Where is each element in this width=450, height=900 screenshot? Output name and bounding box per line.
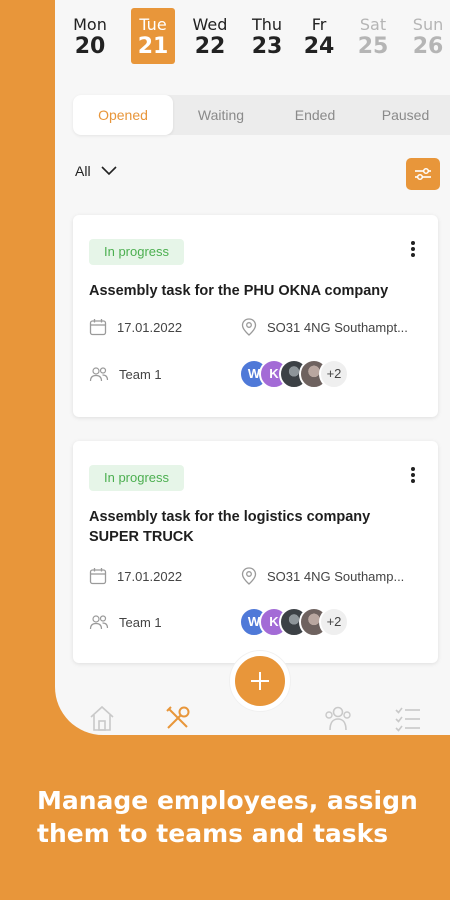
promo-caption: Manage employees, assign them to teams a…: [37, 786, 418, 848]
more-options-icon[interactable]: [410, 241, 416, 259]
day-mon[interactable]: Mon 20: [68, 8, 112, 64]
status-badge: In progress: [89, 465, 185, 491]
more-options-icon[interactable]: [410, 467, 416, 485]
task-location: SO31 4NG Southamp...: [241, 567, 404, 585]
day-wed[interactable]: Wed 22: [188, 8, 232, 64]
assignee-avatars[interactable]: W K +2: [239, 607, 349, 637]
day-tue[interactable]: Tue 21: [131, 8, 175, 64]
team-icon: [89, 367, 109, 382]
task-team: Team 1: [89, 366, 162, 382]
task-date: 17.01.2022: [89, 318, 182, 336]
chevron-down-icon: [100, 166, 117, 176]
day-fri[interactable]: Fr 24: [297, 8, 341, 64]
tab-ended[interactable]: Ended: [269, 95, 361, 135]
day-thu[interactable]: Thu 23: [245, 8, 289, 64]
task-title: Assembly task for the PHU OKNA company: [89, 283, 389, 299]
team-icon: [89, 615, 109, 630]
tab-opened[interactable]: Opened: [73, 95, 173, 135]
filter-label: All: [75, 163, 91, 179]
more-assignees-count: +2: [319, 359, 349, 389]
filter-dropdown[interactable]: All: [75, 163, 117, 179]
tab-paused[interactable]: Paused: [361, 95, 450, 135]
status-badge: In progress: [89, 239, 185, 265]
assignee-avatars[interactable]: W K +2: [239, 359, 349, 389]
tab-waiting[interactable]: Waiting: [173, 95, 269, 135]
calendar-icon: [89, 319, 107, 336]
task-location: SO31 4NG Southampt...: [241, 318, 408, 336]
team-icon[interactable]: [323, 703, 353, 733]
app-screen: Mon 20 Tue 21 Wed 22 Thu 23 Fr 24 Sat 25 Sun 26…: [55, 0, 450, 735]
task-card[interactable]: In progress Assembly task for the logist…: [73, 441, 438, 663]
task-date: 17.01.2022: [89, 567, 182, 585]
status-tabs: Opened Waiting Ended Paused: [73, 95, 450, 135]
week-strip: Mon 20 Tue 21 Wed 22 Thu 23 Fr 24 Sat 25 Sun 26: [55, 8, 450, 66]
home-icon[interactable]: [87, 703, 117, 733]
add-task-button[interactable]: [230, 651, 290, 711]
day-sun[interactable]: Sun 26: [406, 8, 450, 64]
more-assignees-count: +2: [319, 607, 349, 637]
calendar-icon: [89, 568, 107, 585]
task-card[interactable]: In progress Assembly task for the PHU OK…: [73, 215, 438, 417]
sliders-icon: [415, 167, 431, 181]
plus-icon: [251, 672, 269, 690]
task-team: Team 1: [89, 614, 162, 630]
task-title: Assembly task for the logistics company …: [89, 509, 371, 545]
checklist-icon[interactable]: [393, 703, 423, 733]
filter-settings-button[interactable]: [406, 158, 440, 190]
tools-icon[interactable]: [163, 703, 193, 733]
location-pin-icon: [241, 318, 257, 336]
day-sat[interactable]: Sat 25: [351, 8, 395, 64]
location-pin-icon: [241, 567, 257, 585]
